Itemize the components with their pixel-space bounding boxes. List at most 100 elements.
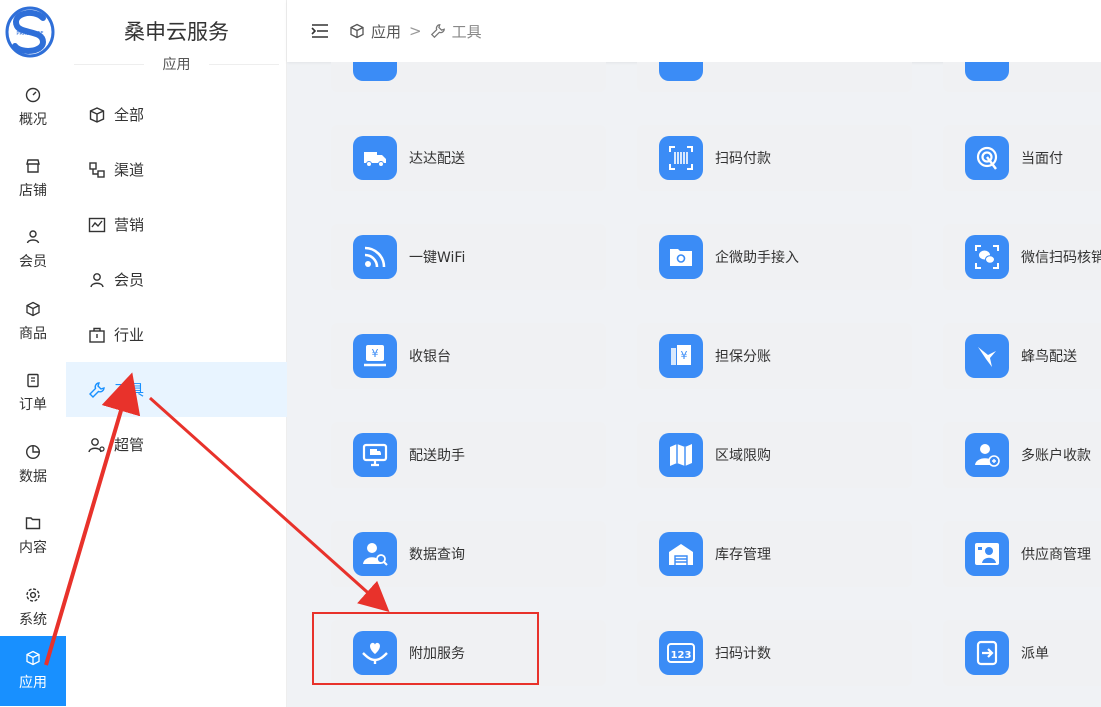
top-header: 应用 > 工具 <box>287 0 1101 62</box>
tool-card-dada-delivery[interactable]: 达达配送 <box>331 125 606 191</box>
admin-icon <box>88 437 105 452</box>
tools-grid: 达达配送 扫码付款 当面付 一键WiFi 企微助手接入 微信扫码核销 ¥ 收银台… <box>309 62 1101 707</box>
hummingbird-icon <box>965 334 1009 378</box>
gear-icon <box>26 588 40 602</box>
tool-card-data-query[interactable]: 数据查询 <box>331 521 606 587</box>
rail-label: 店铺 <box>19 183 47 199</box>
rail-item-member[interactable]: 会员 <box>0 215 66 285</box>
brand-name: 桑申云服务 <box>124 20 229 44</box>
tool-card-region-limit[interactable]: 区域限购 <box>637 422 912 488</box>
tool-card-wechat-verify[interactable]: 微信扫码核销 <box>943 224 1101 290</box>
svg-text:¥: ¥ <box>372 347 379 360</box>
tool-card-cashier[interactable]: ¥ 收银台 <box>331 323 606 389</box>
icon-rail: PRINTFACE 概况 店铺 会员 商品 订单 数据 内容 系统 应用 <box>0 0 66 707</box>
breadcrumb-root[interactable]: 应用 <box>371 21 401 42</box>
tool-icon <box>659 62 703 81</box>
tool-card-label: 当面付 <box>1021 151 1063 167</box>
tool-card-label: 多账户收款 <box>1021 448 1091 464</box>
tool-card-scan-counter[interactable]: 123 扫码计数 <box>637 620 912 686</box>
rail-item-apps[interactable]: 应用 <box>0 636 66 706</box>
rail-item-orders[interactable]: 订单 <box>0 358 66 428</box>
tool-card-face-pay[interactable]: 当面付 <box>943 125 1101 191</box>
sidebar-section-title: 应用 <box>66 54 287 74</box>
sidebar-item-admin[interactable]: 超管 <box>66 417 287 472</box>
tool-card-supplier[interactable]: 供应商管理 <box>943 521 1101 587</box>
sidebar-item-label: 营销 <box>114 216 145 234</box>
rail-item-system[interactable]: 系统 <box>0 573 66 643</box>
rail-item-overview[interactable]: 概况 <box>0 73 66 143</box>
rail-item-store[interactable]: 店铺 <box>0 144 66 214</box>
tool-card-label: 扫码计数 <box>715 646 771 662</box>
tool-card-guarantee-split[interactable]: ¥ 担保分账 <box>637 323 912 389</box>
sidebar-item-marketing[interactable]: 营销 <box>66 197 287 252</box>
sidebar-item-label: 行业 <box>114 326 145 344</box>
tool-card-multi-account[interactable]: 多账户收款 <box>943 422 1101 488</box>
box-icon <box>26 301 40 317</box>
sidebar-item-member[interactable]: 会员 <box>66 252 287 307</box>
tool-card-hummingbird-delivery[interactable]: 蜂鸟配送 <box>943 323 1101 389</box>
tool-card-label: 收银台 <box>409 349 451 365</box>
tool-card-label: 蜂鸟配送 <box>1021 349 1077 365</box>
sidebar-item-industry[interactable]: 行业 <box>66 307 287 362</box>
wrench-icon <box>89 381 105 398</box>
sidebar-item-label: 会员 <box>114 271 145 289</box>
sidebar-item-label: 全部 <box>114 106 145 124</box>
tool-card-dispatch[interactable]: 派单 <box>943 620 1101 686</box>
tool-card-label: 企微助手接入 <box>715 250 799 266</box>
heart-hand-icon <box>353 631 397 675</box>
tool-card-label: 库存管理 <box>715 547 771 563</box>
scan-barcode-icon <box>659 136 703 180</box>
sidebar-item-label: 超管 <box>114 436 145 454</box>
tool-card-label: 一键WiFi <box>409 250 466 266</box>
dispatch-icon <box>965 631 1009 675</box>
dashboard-icon <box>25 87 41 103</box>
cube-icon <box>89 106 105 123</box>
tool-card-label: 派单 <box>1021 646 1049 662</box>
briefcase-icon <box>89 327 105 343</box>
map-icon <box>659 433 703 477</box>
truck-icon <box>353 136 397 180</box>
sidebar-item-tools[interactable]: 工具 <box>66 362 287 417</box>
wrench-icon <box>430 24 445 39</box>
rail-label: 数据 <box>19 469 47 485</box>
supplier-icon <box>965 532 1009 576</box>
tool-card-partial[interactable] <box>637 62 912 92</box>
tool-card-inventory[interactable]: 库存管理 <box>637 521 912 587</box>
rail-label: 应用 <box>19 675 47 691</box>
tool-card-wifi[interactable]: 一键WiFi <box>331 224 606 290</box>
clipboard-icon <box>27 373 39 388</box>
store-icon <box>26 159 40 173</box>
tool-icon <box>965 62 1009 81</box>
sidebar-item-label: 渠道 <box>114 161 145 179</box>
rail-label: 订单 <box>19 397 47 413</box>
tool-card-label: 区域限购 <box>715 448 771 464</box>
pie-icon <box>25 444 41 460</box>
cube-icon <box>26 650 40 666</box>
tool-card-delivery-assistant[interactable]: 配送助手 <box>331 422 606 488</box>
tool-card-label: 扫码付款 <box>715 151 771 167</box>
rail-item-goods[interactable]: 商品 <box>0 287 66 357</box>
tool-card-wecom-assistant[interactable]: 企微助手接入 <box>637 224 912 290</box>
warehouse-icon <box>659 532 703 576</box>
tool-card-partial[interactable] <box>331 62 606 92</box>
menu-collapse-icon[interactable] <box>311 23 329 39</box>
counter-123-icon: 123 <box>659 631 703 675</box>
cube-icon <box>350 23 364 39</box>
rail-label: 内容 <box>19 540 47 556</box>
user-icon <box>26 230 40 244</box>
tool-card-scan-pay[interactable]: 扫码付款 <box>637 125 912 191</box>
tool-card-addon-service[interactable]: 附加服务 <box>331 620 606 686</box>
app-sidebar: 桑申云服务 应用 全部 渠道 营销 会员 行业 工具 超管 <box>66 0 287 707</box>
tool-card-label: 配送助手 <box>409 448 465 464</box>
breadcrumb: 应用 > 工具 <box>349 21 482 42</box>
breadcrumb-separator: > <box>409 22 422 40</box>
svg-text:123: 123 <box>671 650 692 661</box>
sidebar-item-channel[interactable]: 渠道 <box>66 142 287 197</box>
tool-card-partial[interactable] <box>943 62 1101 92</box>
breadcrumb-current: 工具 <box>451 22 482 41</box>
sidebar-item-all[interactable]: 全部 <box>66 87 287 142</box>
rail-label: 会员 <box>19 254 47 270</box>
rail-item-data[interactable]: 数据 <box>0 430 66 500</box>
rail-item-content[interactable]: 内容 <box>0 501 66 571</box>
wifi-icon <box>353 235 397 279</box>
